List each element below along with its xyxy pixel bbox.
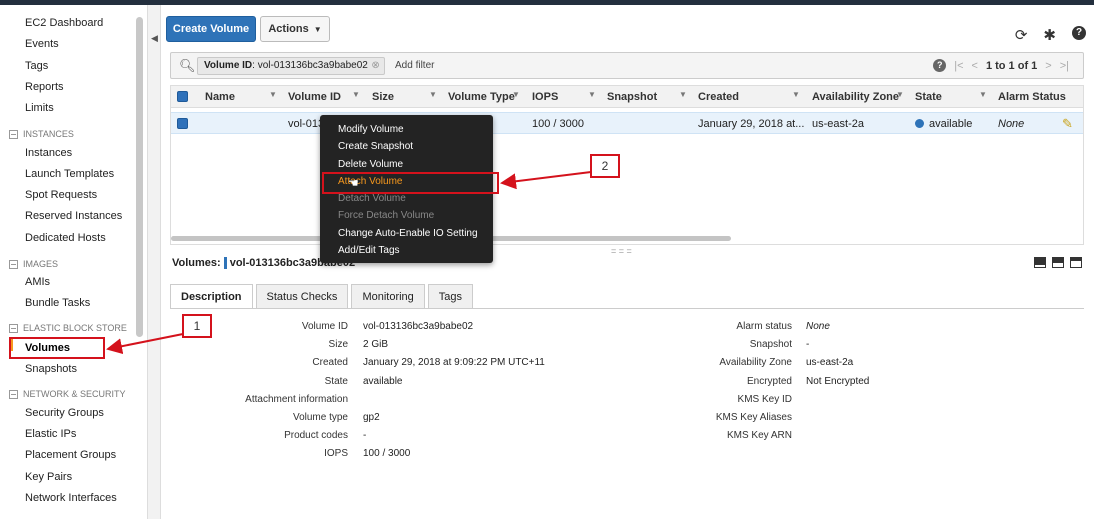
arrow-2 — [500, 171, 592, 190]
arrow-1 — [106, 333, 184, 355]
annotation-arrows — [106, 171, 592, 355]
